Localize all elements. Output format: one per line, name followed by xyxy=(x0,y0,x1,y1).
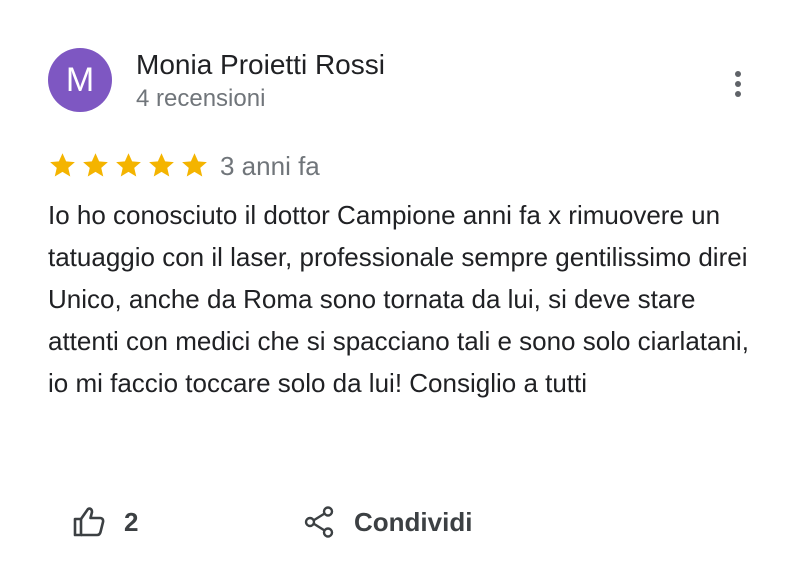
share-icon xyxy=(304,506,334,538)
star-rating xyxy=(47,150,212,182)
share-button[interactable]: Condividi xyxy=(302,500,472,544)
share-label: Condividi xyxy=(354,506,473,537)
thumb-up-icon xyxy=(73,507,105,537)
star-icon xyxy=(182,153,207,177)
author-name[interactable]: Monia Proietti Rossi xyxy=(136,48,385,82)
more-options-button[interactable] xyxy=(722,64,754,104)
like-button[interactable]: 2 xyxy=(72,500,138,544)
star-icon xyxy=(116,153,141,177)
review-text: Io ho conosciuto il dottor Campione anni… xyxy=(48,200,749,398)
star-icon xyxy=(149,153,174,177)
review-date: 3 anni fa xyxy=(220,151,320,181)
like-count: 2 xyxy=(124,506,139,537)
more-vert-icon xyxy=(735,71,741,97)
avatar[interactable]: M xyxy=(48,48,112,112)
review-count[interactable]: 4 recensioni xyxy=(136,84,265,114)
star-icon xyxy=(83,153,108,177)
star-icon xyxy=(50,153,75,177)
